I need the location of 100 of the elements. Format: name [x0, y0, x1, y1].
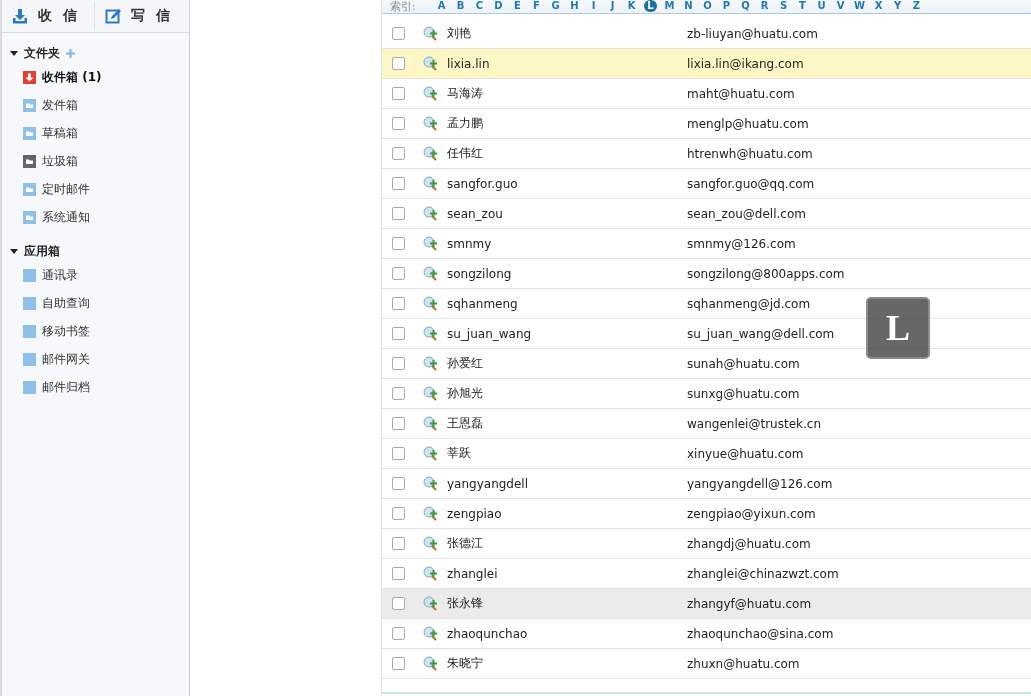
contact-row[interactable]: songzilong songzilong@800apps.com	[382, 259, 1031, 289]
add-contact-icon	[423, 26, 438, 41]
checkbox[interactable]	[392, 567, 405, 580]
contact-name: sean_zou	[447, 206, 504, 221]
folder-item[interactable]: 草稿箱	[42, 124, 78, 142]
index-letter[interactable]: L	[644, 0, 657, 12]
contact-name: su_juan_wang	[447, 326, 533, 341]
index-letter[interactable]: A	[432, 0, 451, 12]
section-title[interactable]: 文件夹	[24, 44, 60, 62]
add-contact-icon	[423, 176, 438, 191]
index-letter[interactable]: R	[755, 0, 774, 12]
folder-item[interactable]: 发件箱	[42, 96, 78, 114]
checkbox[interactable]	[392, 537, 405, 550]
add-contact-icon	[423, 206, 438, 221]
checkbox[interactable]	[392, 507, 405, 520]
index-letter[interactable]: Y	[888, 0, 907, 12]
contact-email: zb-liuyan@huatu.com	[687, 26, 818, 41]
index-letter[interactable]: H	[565, 0, 584, 12]
contact-row[interactable]: zhaoqunchao zhaoqunchao@sina.com	[382, 619, 1031, 649]
contact-name: zhaoqunchao	[447, 626, 529, 641]
contact-row[interactable]: zengpiao zengpiao@yixun.com	[382, 499, 1031, 529]
folder-item[interactable]: 通讯录	[42, 266, 78, 284]
folder-item[interactable]: 收件箱 (1)	[42, 68, 102, 86]
index-letter[interactable]: E	[508, 0, 527, 12]
section-title[interactable]: 应用箱	[24, 242, 60, 260]
checkbox[interactable]	[392, 417, 405, 430]
index-letter[interactable]: W	[850, 0, 869, 12]
index-letter[interactable]: V	[831, 0, 850, 12]
index-letter[interactable]: M	[660, 0, 679, 12]
add-icon[interactable]	[66, 48, 75, 58]
checkbox[interactable]	[392, 147, 405, 160]
collapse-icon[interactable]	[10, 248, 18, 254]
index-letter[interactable]: F	[527, 0, 546, 12]
index-letter[interactable]: S	[774, 0, 793, 12]
add-contact-icon	[423, 626, 438, 641]
collapse-icon[interactable]	[10, 50, 18, 56]
index-letter[interactable]: T	[793, 0, 812, 12]
folder-icon	[23, 182, 36, 196]
contact-email: yangyangdell@126.com	[687, 476, 833, 491]
checkbox[interactable]	[392, 327, 405, 340]
contact-row[interactable]: smnmy smnmy@126.com	[382, 229, 1031, 259]
checkbox[interactable]	[392, 597, 405, 610]
inbox-icon	[23, 70, 36, 84]
folder-item[interactable]: 定时邮件	[42, 180, 90, 198]
index-letter[interactable]: G	[546, 0, 565, 12]
index-letter[interactable]: B	[451, 0, 470, 12]
folder-item[interactable]: 自助查询	[42, 294, 90, 312]
folder-item[interactable]: 邮件归档	[42, 378, 90, 396]
checkbox[interactable]	[392, 387, 405, 400]
contact-row[interactable]: 张德江 zhangdj@huatu.com	[382, 529, 1031, 559]
add-contact-icon	[423, 56, 438, 71]
index-letter[interactable]: J	[603, 0, 622, 12]
folder-item[interactable]: 邮件网关	[42, 350, 90, 368]
checkbox[interactable]	[392, 297, 405, 310]
contact-name: 张德江	[447, 535, 484, 552]
checkbox[interactable]	[392, 117, 405, 130]
folder-item[interactable]: 垃圾箱	[42, 152, 78, 170]
checkbox[interactable]	[392, 237, 405, 250]
checkbox[interactable]	[392, 267, 405, 280]
index-letter[interactable]: K	[622, 0, 641, 12]
contact-row[interactable]: 王恩磊 wangenlei@trustek.cn	[382, 409, 1031, 439]
index-letter[interactable]: N	[679, 0, 698, 12]
checkbox[interactable]	[392, 207, 405, 220]
contact-row[interactable]: lixia.lin lixia.lin@ikang.com	[382, 49, 1031, 79]
checkbox[interactable]	[392, 27, 405, 40]
contact-row[interactable]: 任伟红 htrenwh@huatu.com	[382, 139, 1031, 169]
index-letter[interactable]: Z	[907, 0, 926, 12]
index-letter[interactable]: O	[698, 0, 717, 12]
receive-button[interactable]: 收 信	[2, 1, 94, 31]
index-letter[interactable]: X	[869, 0, 888, 12]
contact-email: songzilong@800apps.com	[687, 266, 845, 281]
contact-row[interactable]: 孙旭光 sunxg@huatu.com	[382, 379, 1031, 409]
index-letter[interactable]: C	[470, 0, 489, 12]
index-letter[interactable]: I	[584, 0, 603, 12]
checkbox[interactable]	[392, 177, 405, 190]
contact-row[interactable]: sean_zou sean_zou@dell.com	[382, 199, 1031, 229]
index-letter[interactable]: D	[489, 0, 508, 12]
contact-row[interactable]: yangyangdell yangyangdell@126.com	[382, 469, 1031, 499]
index-letter[interactable]: P	[717, 0, 736, 12]
contact-row[interactable]: 马海涛 maht@huatu.com	[382, 79, 1031, 109]
index-letter[interactable]: U	[812, 0, 831, 12]
checkbox[interactable]	[392, 477, 405, 490]
contact-row[interactable]: 朱晓宁 zhuxn@huatu.com	[382, 649, 1031, 679]
folder-item[interactable]: 移动书签	[42, 322, 90, 340]
letter-popup: L	[866, 297, 930, 359]
checkbox[interactable]	[392, 57, 405, 70]
checkbox[interactable]	[392, 447, 405, 460]
contact-row[interactable]: 孟力鹏 menglp@huatu.com	[382, 109, 1031, 139]
compose-button[interactable]: 写 信	[95, 1, 187, 31]
index-letter[interactable]: Q	[736, 0, 755, 12]
contact-email: sunxg@huatu.com	[687, 386, 800, 401]
contact-email: htrenwh@huatu.com	[687, 146, 813, 161]
contact-row[interactable]: 张永锋 zhangyf@huatu.com	[382, 589, 1031, 619]
checkbox[interactable]	[392, 627, 405, 640]
contact-row[interactable]: 莘跃 xinyue@huatu.com	[382, 439, 1031, 469]
folder-item[interactable]: 系统通知	[42, 208, 90, 226]
checkbox[interactable]	[392, 657, 405, 670]
contact-row[interactable]: sangfor.guo sangfor.guo@qq.com	[382, 169, 1031, 199]
checkbox[interactable]	[392, 87, 405, 100]
checkbox[interactable]	[392, 357, 405, 370]
